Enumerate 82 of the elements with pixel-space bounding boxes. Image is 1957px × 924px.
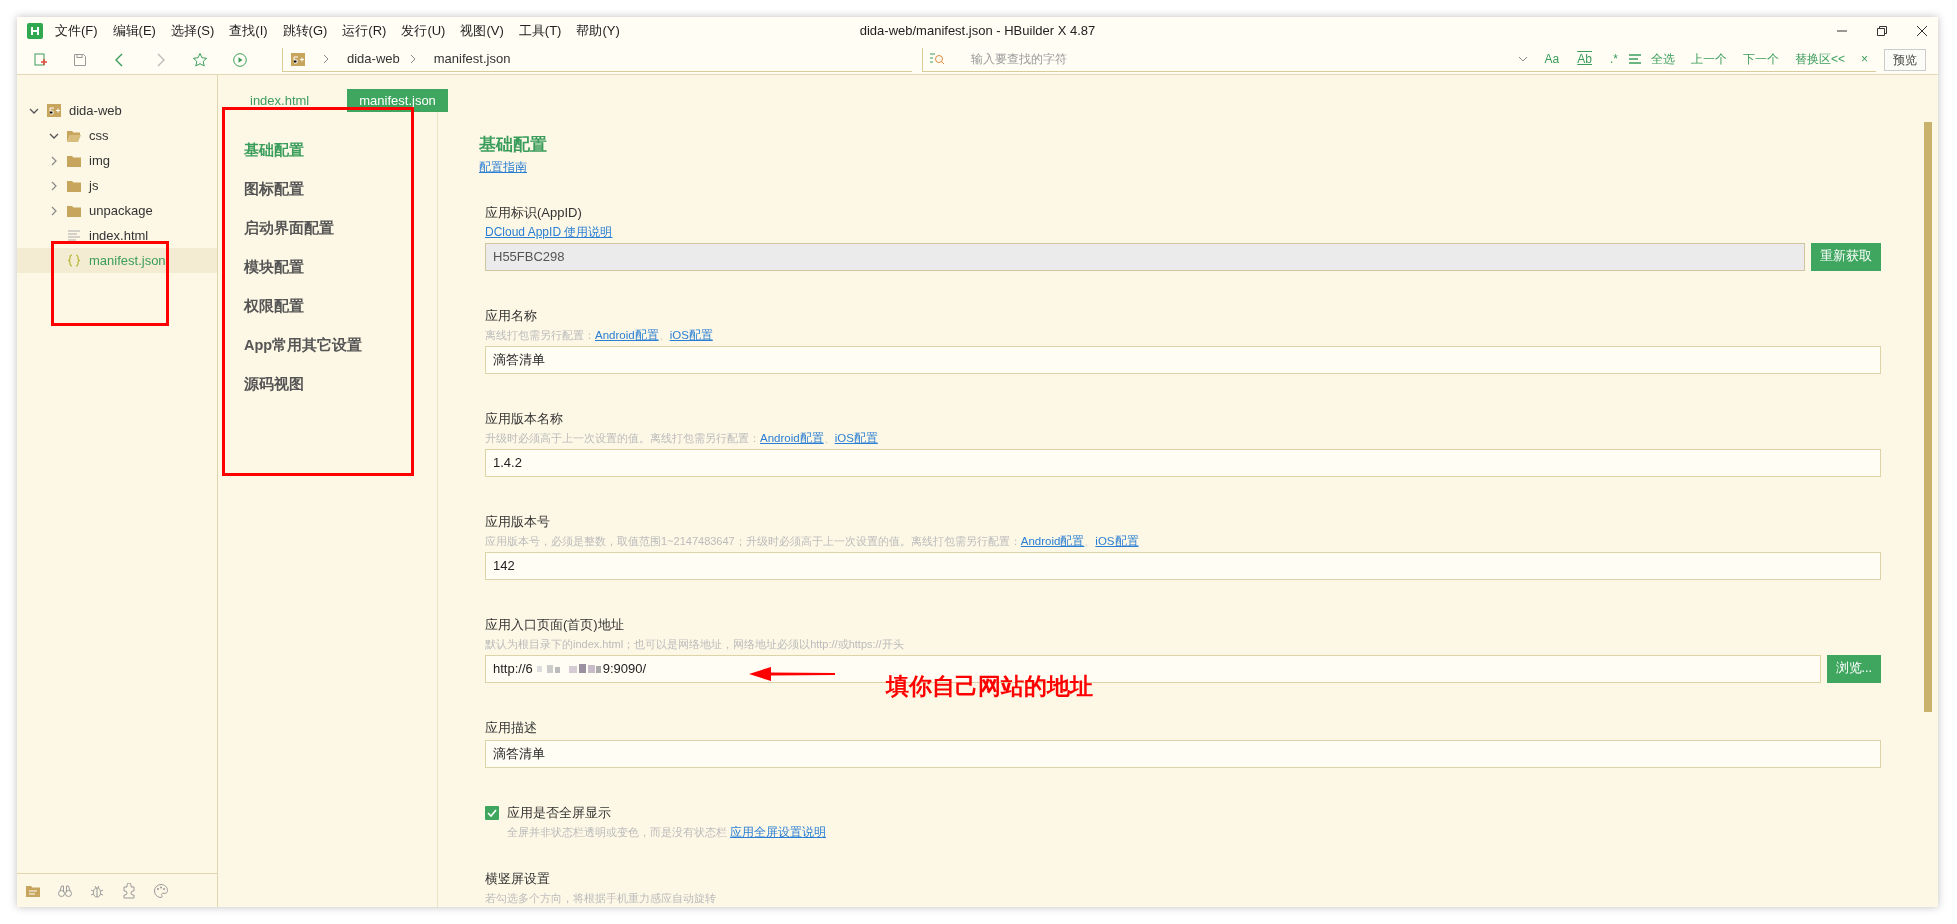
help-link[interactable]: DCloud AppID 使用说明 (485, 224, 613, 239)
menu-item[interactable]: 查找(I) (229, 21, 268, 41)
help-link[interactable]: 应用全屏设置说明 (730, 825, 827, 838)
tree-item[interactable]: js (17, 173, 217, 198)
hint-text: 全屏并非状态栏透明或变色，而是没有状态栏 应用全屏设置说明 (506, 824, 828, 840)
breadcrumb-item[interactable]: manifest.json (433, 49, 511, 69)
chevron-right-icon[interactable] (49, 155, 59, 166)
help-link[interactable]: iOS配置 (669, 328, 713, 341)
guide-link[interactable]: 配置指南 (479, 160, 527, 174)
field-label: 应用描述 (485, 718, 537, 737)
find-action-link[interactable]: 下一个 (1742, 50, 1779, 68)
menu-item[interactable]: 视图(V) (460, 21, 504, 41)
menu-item[interactable]: 帮助(Y) (576, 21, 620, 41)
settings-nav-item[interactable]: 权限配置 (218, 286, 310, 325)
chevron-right-icon (321, 54, 331, 64)
save-icon[interactable] (72, 51, 88, 68)
input-field[interactable]: 1.4.2 (485, 448, 1881, 477)
menu-item[interactable]: 跳转(G) (282, 21, 328, 41)
folder-icon (67, 154, 81, 167)
align-icon[interactable] (1626, 51, 1643, 67)
menu-item[interactable]: 运行(R) (342, 21, 387, 41)
search-icon (929, 51, 945, 67)
close-icon[interactable] (1914, 23, 1930, 39)
folder-icon (67, 204, 81, 217)
checkbox-label: 应用是否全屏显示 (507, 803, 611, 822)
field-label: 应用版本名称 (485, 409, 563, 428)
menu-item[interactable]: 文件(F) (55, 21, 98, 41)
project-icon (47, 104, 61, 117)
input-field[interactable]: 滴答清单 (485, 739, 1881, 768)
menu-item[interactable]: 工具(T) (518, 21, 562, 41)
preview-button[interactable]: 预览 (1884, 48, 1926, 71)
run-icon[interactable] (232, 51, 248, 68)
settings-nav-item[interactable]: 源码视图 (218, 364, 310, 403)
field-label: 横竖屏设置 (485, 869, 550, 888)
binoculars-icon[interactable] (57, 882, 73, 899)
input-field[interactable]: 滴答清单 (485, 345, 1881, 374)
chevron-down-icon[interactable] (1517, 54, 1528, 64)
app-logo-icon (27, 23, 43, 39)
file-icon (67, 229, 81, 242)
breadcrumb-item[interactable]: dida-web (347, 49, 400, 69)
scrollbar-thumb[interactable] (1924, 122, 1932, 712)
tree-item[interactable]: unpackage (17, 198, 217, 223)
palette-icon[interactable] (153, 882, 169, 899)
section-title: 基础配置 (479, 134, 547, 156)
menu-item[interactable]: 编辑(E) (112, 21, 156, 41)
settings-nav-item[interactable]: App常用其它设置 (218, 325, 369, 364)
field-label: 应用入口页面(首页)地址 (485, 615, 624, 634)
field-label: 应用名称 (485, 306, 537, 325)
menu-item[interactable]: 选择(S) (170, 21, 215, 41)
settings-nav-item[interactable]: 模块配置 (218, 247, 310, 286)
project-icon (291, 52, 305, 66)
plugin-icon[interactable] (121, 882, 137, 899)
menu-item[interactable]: 发行(U) (401, 21, 446, 41)
field-label: 应用版本号 (485, 512, 550, 531)
folder-icon (67, 129, 81, 142)
tree-item[interactable]: dida-web (17, 98, 217, 123)
find-field[interactable]: 输入要查找的字符 (969, 49, 1518, 69)
restore-icon[interactable] (1874, 23, 1890, 39)
checkbox[interactable] (485, 805, 499, 820)
braces-icon (67, 254, 81, 267)
new-file-icon[interactable] (32, 51, 48, 68)
find-action-link[interactable]: 上一个 (1690, 50, 1727, 68)
chevron-right-icon[interactable] (49, 205, 59, 216)
chevron-right-icon[interactable] (49, 180, 59, 191)
field-label: 应用标识(AppID) (485, 203, 582, 222)
find-action-link[interactable]: 全选 (1650, 50, 1675, 68)
help-link[interactable]: Android配置 (760, 431, 824, 444)
settings-nav-item[interactable]: 图标配置 (218, 169, 310, 208)
find-close-button[interactable]: × (1861, 50, 1868, 68)
star-icon[interactable] (192, 51, 208, 68)
help-link[interactable]: iOS配置 (834, 431, 878, 444)
window-title: dida-web/manifest.json - HBuilder X 4.87 (859, 23, 1096, 39)
folder-icon (67, 179, 81, 192)
settings-nav-item[interactable]: 启动界面配置 (218, 208, 340, 247)
find-action-link[interactable]: 替换区<< (1794, 50, 1845, 68)
help-link[interactable]: Android配置 (595, 328, 659, 341)
input-field[interactable]: H55FBC298 (485, 242, 1805, 271)
tree-item[interactable]: index.html (17, 223, 217, 248)
input-field[interactable]: 142 (485, 551, 1881, 580)
help-link[interactable]: iOS配置 (1095, 534, 1139, 547)
tree-item[interactable]: img (17, 148, 217, 173)
tree-item[interactable]: css (17, 123, 217, 148)
